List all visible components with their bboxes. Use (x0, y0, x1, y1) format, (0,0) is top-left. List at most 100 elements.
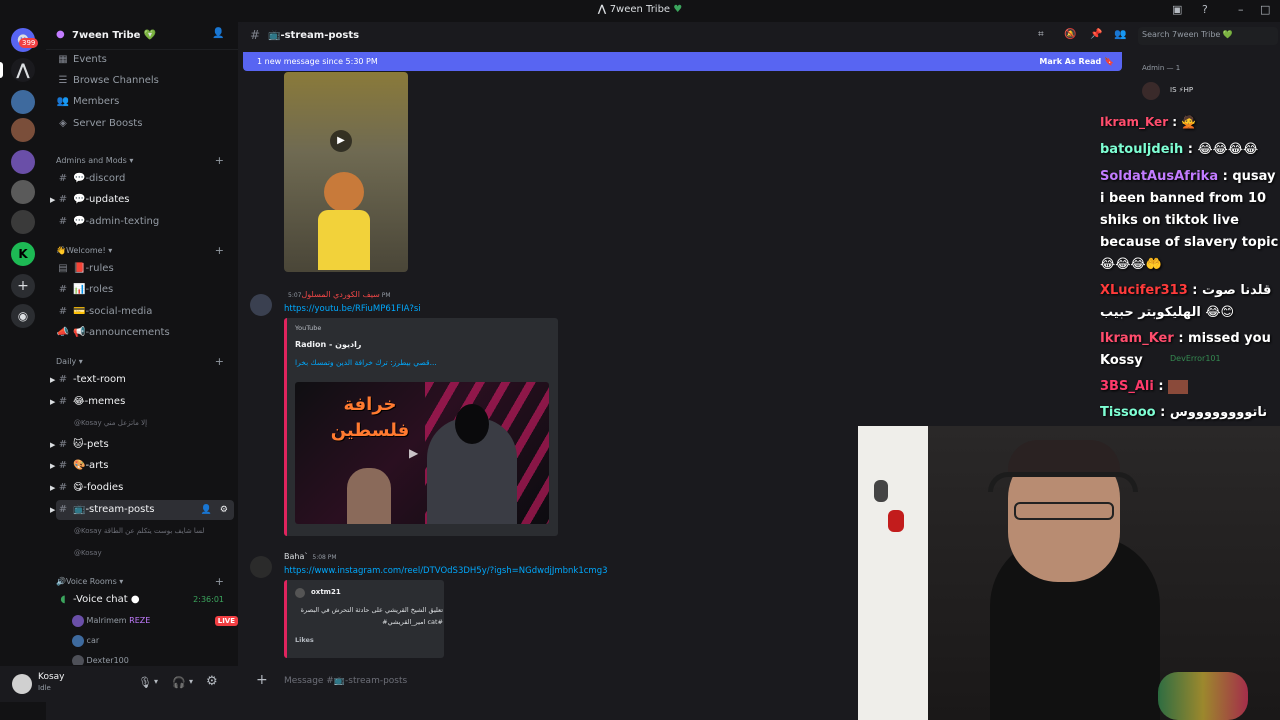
maximize-button[interactable]: □ (1260, 3, 1270, 16)
embed-author[interactable]: Radion - راديون (295, 340, 361, 349)
add-channel-icon[interactable]: + (215, 155, 224, 167)
gear-icon[interactable]: ⚙ (206, 674, 218, 689)
new-messages-bar[interactable]: 1 new message since 5:30 PM Mark As Read… (243, 52, 1122, 71)
live-badge: LIVE (214, 616, 238, 626)
embed-hashtags: #امير_القريشي cat# (382, 618, 443, 626)
member-name[interactable]: IS ⚡HP (1170, 86, 1193, 94)
message-link[interactable]: https://youtu.be/RFiuMP61FIA?si (284, 304, 421, 314)
minimize-button[interactable]: – (1238, 3, 1244, 16)
category-daily[interactable]: Daily ▾ + (56, 356, 234, 368)
channel-roles[interactable]: # 📊-roles (56, 280, 234, 300)
message-composer[interactable]: + Message #📺-stream-posts (248, 666, 848, 698)
play-icon[interactable]: ▶ (409, 446, 418, 460)
server-icon-6[interactable] (11, 210, 35, 234)
server-icon-kick[interactable]: K (11, 242, 35, 266)
add-attachment-icon[interactable]: + (256, 672, 268, 688)
channel-announcements[interactable]: 📣 📢-announcements (56, 323, 234, 343)
mark-as-read-button[interactable]: Mark As Read 🔖 (1039, 52, 1114, 71)
channel-discord[interactable]: # 💬-discord (56, 169, 234, 189)
category-voice[interactable]: 🔊Voice Rooms ▾ + (56, 576, 234, 588)
stream-thread-preview-1[interactable]: @Kosay لسا شايف بوست يتكلم عن الطاقة (74, 527, 204, 535)
voice-user-car[interactable]: car (72, 631, 250, 651)
message-author[interactable]: سيف الكوردي المسلول5:07 PM (284, 290, 391, 299)
video-thumbnail[interactable]: خرافة فلسطين ▶ (295, 382, 549, 524)
channel-stream-posts[interactable]: ▶ # 📺-stream-posts 👤 ⚙ (50, 500, 234, 520)
chevron-down-icon[interactable]: ▾ (154, 677, 158, 686)
server-name: 7ween Tribe 💚 (72, 30, 157, 41)
add-server-icon[interactable]: + (11, 274, 35, 298)
microphone-icon[interactable]: 🎙 (138, 676, 152, 689)
avatar[interactable] (1142, 82, 1160, 100)
add-channel-icon[interactable]: + (215, 245, 224, 257)
channel-voice-chat[interactable]: ◖ -Voice chat ● 2:36:01 (56, 590, 234, 610)
channel-updates[interactable]: ▶ # 💬-updates (50, 190, 234, 210)
headphones-icon[interactable]: 🎧 (172, 676, 186, 689)
message-input[interactable]: Message #📺-stream-posts (284, 676, 407, 686)
server-icon-2[interactable] (11, 90, 35, 114)
channel-rules[interactable]: ▤ 📕-rules (56, 259, 234, 279)
memes-thread-preview[interactable]: @Kosay إلا ماتزعل مني (74, 419, 147, 427)
user-name: Kosay (38, 672, 65, 682)
member-list: Admin — 1 IS ⚡HP (1134, 50, 1280, 110)
megaphone-icon: 📣 (56, 327, 70, 338)
embed-title[interactable]: قصي بيطرز: ترك خرافة الدين وتمسك بخرا... (295, 358, 545, 367)
add-channel-icon[interactable]: + (215, 576, 224, 588)
voice-user-malrimem[interactable]: Malrimem REZE LIVE (72, 611, 250, 631)
discover-icon[interactable]: ◉ (11, 304, 35, 328)
member-list-icon[interactable]: 👥 (1114, 29, 1126, 40)
channel-arts[interactable]: ▶ # 🎨-arts (50, 456, 234, 476)
server-rail: ☻ 399 ⋀ K + ◉ (0, 22, 46, 720)
server-header[interactable]: ● 7ween Tribe 💚 ▾ 👤 (46, 22, 238, 50)
channel-social-media[interactable]: # 💳-social-media (56, 302, 234, 322)
invite-icon[interactable]: 👤 (212, 28, 224, 39)
voice-user-dexter[interactable]: Dexter100 (72, 651, 250, 665)
embed-author[interactable]: oxtm21 (311, 588, 341, 596)
invite-icon[interactable]: 👤 (201, 500, 212, 520)
add-channel-icon[interactable]: + (215, 356, 224, 368)
channel-foodies[interactable]: ▶ # 😋-foodies (50, 478, 234, 498)
channel-pets[interactable]: ▶ # 🐱-pets (50, 435, 234, 455)
server-icon-4[interactable] (11, 150, 35, 174)
channel-sidebar: ● 7ween Tribe 💚 ▾ 👤 ▦ Events ☰ Browse Chan… (46, 22, 238, 666)
hooded-face (455, 404, 489, 444)
channel-text-room[interactable]: ▶ # -text-room (50, 370, 234, 390)
message-link[interactable]: https://www.instagram.com/reel/DTVOdS3DH… (284, 566, 608, 576)
cartoon-head (324, 172, 364, 212)
message-author[interactable]: Baha` 5:08 PM (284, 552, 337, 561)
instagram-embed: oxtm21 تعليق الشيخ القريشي على حادثة الت… (284, 580, 444, 658)
streamer-inset (347, 468, 391, 524)
threads-icon[interactable]: ⌗ (1038, 29, 1044, 40)
server-icon-5[interactable] (11, 180, 35, 204)
nav-browse-channels[interactable]: ☰ Browse Channels (56, 71, 234, 91)
rules-icon: ▤ (58, 263, 68, 274)
nav-members[interactable]: 👥 Members (56, 92, 234, 112)
chevron-down-icon[interactable]: ▾ (189, 677, 193, 686)
gear-icon[interactable]: ⚙ (220, 500, 228, 520)
category-admins[interactable]: Admins and Mods ▾ + (56, 155, 234, 167)
search-input[interactable]: Search 7ween Tribe 💚 (1138, 27, 1278, 45)
notification-bell-icon[interactable]: 🔕 (1064, 29, 1076, 40)
channel-admin-texting[interactable]: # 💬-admin-texting (56, 212, 234, 232)
category-welcome[interactable]: 👋Welcome! ▾ + (56, 245, 234, 257)
help-icon[interactable]: ? (1202, 3, 1208, 16)
pin-icon[interactable]: 📌 (1090, 29, 1102, 40)
avatar[interactable] (250, 294, 272, 316)
nav-events[interactable]: ▦ Events (56, 50, 234, 70)
chevron-down-icon[interactable]: ▾ (148, 30, 152, 39)
avatar[interactable] (250, 556, 272, 578)
window-title: ⋀ 7ween Tribe ♥ (597, 4, 683, 15)
embed-provider: YouTube (295, 324, 322, 332)
cartoon-body (318, 210, 370, 270)
inbox-icon[interactable]: ▣ (1172, 3, 1182, 16)
active-server-indicator (0, 62, 3, 78)
server-icon-3[interactable] (11, 118, 35, 142)
play-icon[interactable]: ▶ (330, 130, 352, 152)
nav-server-boosts[interactable]: ◈ Server Boosts (56, 114, 234, 134)
video-attachment[interactable]: ▶ (284, 72, 408, 272)
avatar[interactable] (12, 674, 32, 694)
stream-thread-preview-2[interactable]: @Kosay (74, 549, 102, 557)
chat-message: Tissooo : ناتووووووووس (1100, 405, 1268, 420)
server-icon-7ween[interactable]: ⋀ (11, 58, 35, 82)
channel-memes[interactable]: ▶ # 😂-memes (50, 392, 234, 412)
unread-badge: 399 (19, 38, 39, 48)
